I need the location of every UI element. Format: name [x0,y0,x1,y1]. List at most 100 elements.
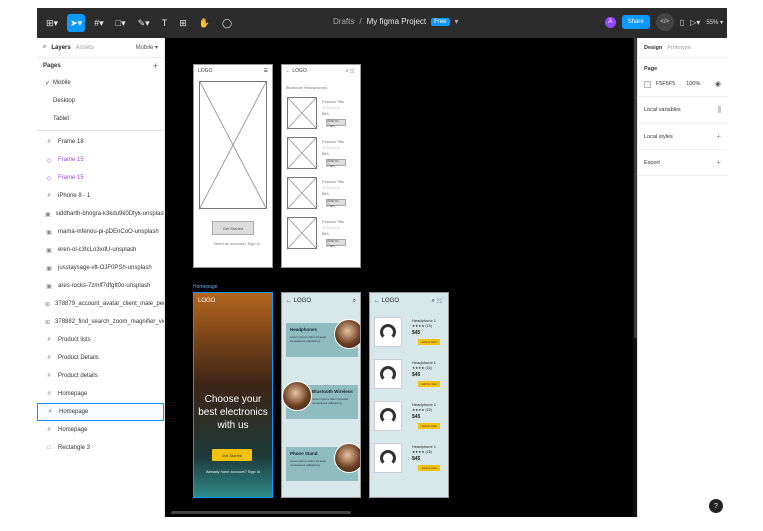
add-export-button[interactable]: + [716,158,721,167]
resources-icon[interactable]: ⊞ [176,14,190,32]
image-placeholder [287,217,317,249]
layer-item[interactable]: # Product Details [37,349,164,367]
present-icon[interactable]: ▷▾ [690,18,700,27]
layer-type-icon: # [47,427,51,433]
layer-type-icon: ▣ [46,229,52,236]
pen-tool-icon[interactable]: ✎▾ [135,14,153,32]
add-page-button[interactable]: + [153,61,158,71]
page-item-mobile[interactable]: ✓ Mobile [37,74,164,92]
layer-item[interactable]: ▣ siddharth-bhogra-k3kdu9k0Dfyk-unsplash … [37,205,164,223]
star-rating: ☆☆☆☆☆ [322,105,340,110]
layer-item[interactable]: # Product details [37,367,164,385]
layer-label: 378882_find_search_zoom_magnifier_view_i… [55,319,164,325]
layer-label: Product lists [58,337,91,343]
eye-icon[interactable]: ◉ [715,80,721,88]
export-label: Export [644,159,660,166]
page-item-desktop[interactable]: Desktop [37,92,164,110]
layer-label: Product Details [58,355,99,361]
move-tool-icon[interactable]: ➤▾ [67,14,86,32]
layer-type-icon: □ [47,445,51,451]
wireframe-home[interactable]: LOGO ☰ Get Started Need an account? Sign… [193,64,273,268]
figma-menu-icon[interactable]: ⊞▾ [43,14,61,32]
pages-heading: Pages [43,63,61,69]
layer-item[interactable]: # Homepage [37,421,164,439]
plan-badge: Free [431,17,450,26]
category-description: Lorem ipsum dolor sit amet consectetur a… [312,397,349,405]
layer-item[interactable]: # Frame 18 [37,133,164,151]
local-variables-row[interactable]: Local variables ⫼ [638,97,727,124]
search-icon[interactable]: ⌕ [43,44,46,51]
product-title: Product Title [322,139,345,144]
layer-item[interactable]: ▣ jusstaysage-vlt-OJF0PSh-unsplash [37,259,164,277]
design-canvas[interactable]: LOGO ☰ Get Started Need an account? Sign… [165,38,637,517]
frame-tool-icon[interactable]: #▾ [91,14,107,32]
bg-color-value[interactable]: F5F5F5 [656,81,675,87]
layer-item[interactable]: ⊞ 378882_find_search_zoom_magnifier_view_… [37,313,164,331]
layer-label: siddharth-bhogra-k3kdu9k0Dfyk-unsplash 1 [55,211,164,217]
variables-icon[interactable]: ⫼ [717,105,721,115]
homepage-hero-frame[interactable]: LOGO Choose your best electronics with u… [193,292,273,498]
categories-header: ← LOGO ⌕ [282,293,360,309]
check-icon: ✓ [45,80,51,87]
comment-tool-icon[interactable]: ◯ [219,14,235,32]
logo-text: LOGO [198,68,213,74]
wireframe-product-list[interactable]: ← LOGO ⌕ 🛒 Bluetooth Headphones Product … [281,64,361,268]
layer-type-icon: ◇ [46,157,52,164]
product-list-frame[interactable]: ← LOGO ⌕ 🛒 Headphone 1 ★★★★ (15) $45 Add to… [369,292,449,498]
avatar[interactable]: A [604,16,616,28]
horizontal-scrollbar[interactable] [171,511,351,514]
layer-type-icon: # [47,373,51,379]
text-tool-icon[interactable]: T [159,14,171,32]
tab-design[interactable]: Design [644,45,662,51]
export-row[interactable]: Export + [638,150,727,176]
category-title: Headphones [290,327,318,332]
headphone-icon [380,450,396,466]
project-name[interactable]: My figma Project [367,17,427,26]
layer-item[interactable]: □ Rectangle 3 [37,439,164,457]
drafts-link[interactable]: Drafts [333,17,354,26]
layer-item[interactable]: # Homepage [37,403,164,421]
shape-tool-icon[interactable]: □▾ [113,14,129,32]
product-price: $45 [322,231,329,236]
layer-label: 378879_account_avatar_client_male_person… [55,301,164,307]
product-title: Headphone 1 [412,318,437,323]
page-dropdown[interactable]: Mobile ▾ [136,44,158,51]
layer-item[interactable]: # Product lists [37,331,164,349]
layer-item[interactable]: # Homepage [37,385,164,403]
tab-assets[interactable]: Assets [76,45,94,51]
chevron-down-icon[interactable]: ▾ [455,17,459,26]
layer-type-icon: ▣ [46,247,52,254]
tab-layers[interactable]: Layers [51,45,70,51]
star-rating: ☆☆☆☆☆ [322,225,340,230]
layer-item[interactable]: ◇ Frame 15 [37,169,164,187]
color-swatch[interactable] [644,80,651,88]
layers-list: # Frame 18 ◇ Frame 15 ◇ Frame 15 # iPhone 8 - 1… [37,133,164,457]
add-to-cart-button: Add to Cart [418,381,440,387]
image-placeholder [287,97,317,129]
hand-tool-icon[interactable]: ✋ [196,14,213,32]
layer-item[interactable]: ▣ mama-mfenou-pi-pDEnCoO-unsplash [37,223,164,241]
product-price: $45 [412,456,421,462]
category-photo [334,443,360,473]
add-style-button[interactable]: + [716,132,721,141]
share-button[interactable]: Share [621,15,650,29]
layer-item[interactable]: ◇ Frame 15 [37,151,164,169]
local-styles-label: Local styles [644,133,673,140]
product-row: Headphone 1 ★★★★ (15) $45 Add to Cart [374,315,448,351]
bg-opacity-value[interactable]: 100% [686,81,700,87]
product-image [374,443,402,473]
categories-frame[interactable]: ← LOGO ⌕ Headphones Lorem ipsum dolor sit… [281,292,361,498]
layer-item[interactable]: ▣ eren-ol-c3IcLo3xdU-unsplash [37,241,164,259]
layer-item[interactable]: ⊞ 378879_account_avatar_client_male_perso… [37,295,164,313]
wireframe-header: LOGO ☰ [194,65,272,77]
local-styles-row[interactable]: Local styles + [638,124,727,150]
help-button[interactable]: ? [709,499,723,513]
zoom-dropdown[interactable]: 55% ▾ [706,19,723,26]
layer-item[interactable]: ▣ ares-rocks-7zmIf7dfgIt0o-unsplash [37,277,164,295]
product-title: Headphone 1 [412,360,437,365]
page-item-tablet[interactable]: Tablet [37,110,164,128]
layer-item[interactable]: # iPhone 8 - 1 [37,187,164,205]
tab-prototype[interactable]: Prototype [667,45,691,51]
library-icon[interactable]: ▯ [680,18,684,27]
dev-mode-toggle[interactable]: </> [655,13,674,31]
